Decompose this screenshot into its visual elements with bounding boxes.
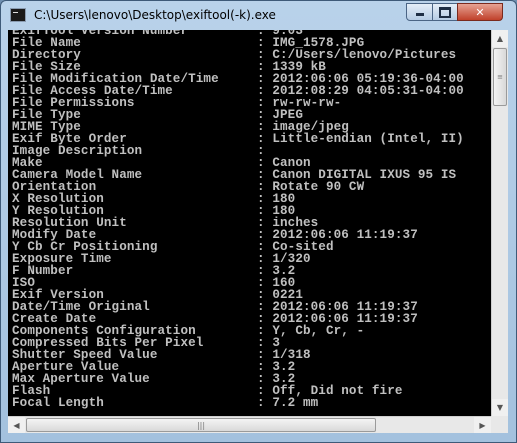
grip-icon: ≡: [497, 73, 503, 81]
close-icon: ✕: [475, 5, 485, 19]
horizontal-scrollbar[interactable]: ◀ ||| ▶: [8, 416, 491, 433]
grip-icon: |||: [196, 420, 206, 430]
vertical-scroll-thumb[interactable]: ≡: [493, 48, 507, 106]
console-window: C:\Users\lenovo\Desktop\exiftool(-k).exe…: [0, 0, 517, 443]
vertical-scrollbar[interactable]: ▲ ≡ ▼: [491, 30, 508, 416]
console-output[interactable]: ExifTool Version Number : 9.03 File Name …: [8, 30, 491, 416]
arrow-down-icon: ▼: [496, 403, 504, 412]
scroll-left-button[interactable]: ◀: [8, 417, 25, 433]
title-bar[interactable]: C:\Users\lenovo\Desktop\exiftool(-k).exe…: [1, 1, 516, 30]
console-line: Focal Length : 7.2 mm: [12, 396, 319, 410]
minimize-icon: [415, 13, 424, 16]
maximize-icon: [439, 6, 451, 18]
scroll-down-button[interactable]: ▼: [492, 399, 508, 416]
horizontal-scroll-thumb[interactable]: |||: [26, 418, 376, 432]
scrollbar-corner: [491, 416, 508, 433]
arrow-up-icon: ▲: [496, 34, 504, 43]
window-title: C:\Users\lenovo\Desktop\exiftool(-k).exe: [34, 8, 276, 22]
minimize-button[interactable]: [406, 3, 433, 21]
scroll-right-button[interactable]: ▶: [474, 417, 491, 433]
close-button[interactable]: ✕: [457, 3, 503, 21]
console-lines: ExifTool Version Number : 9.03 File Name …: [12, 30, 464, 409]
arrow-right-icon: ▶: [479, 420, 486, 430]
console-app-icon[interactable]: [10, 8, 26, 22]
maximize-button[interactable]: [432, 3, 458, 21]
arrow-left-icon: ◀: [13, 420, 20, 430]
scroll-up-button[interactable]: ▲: [492, 30, 508, 47]
